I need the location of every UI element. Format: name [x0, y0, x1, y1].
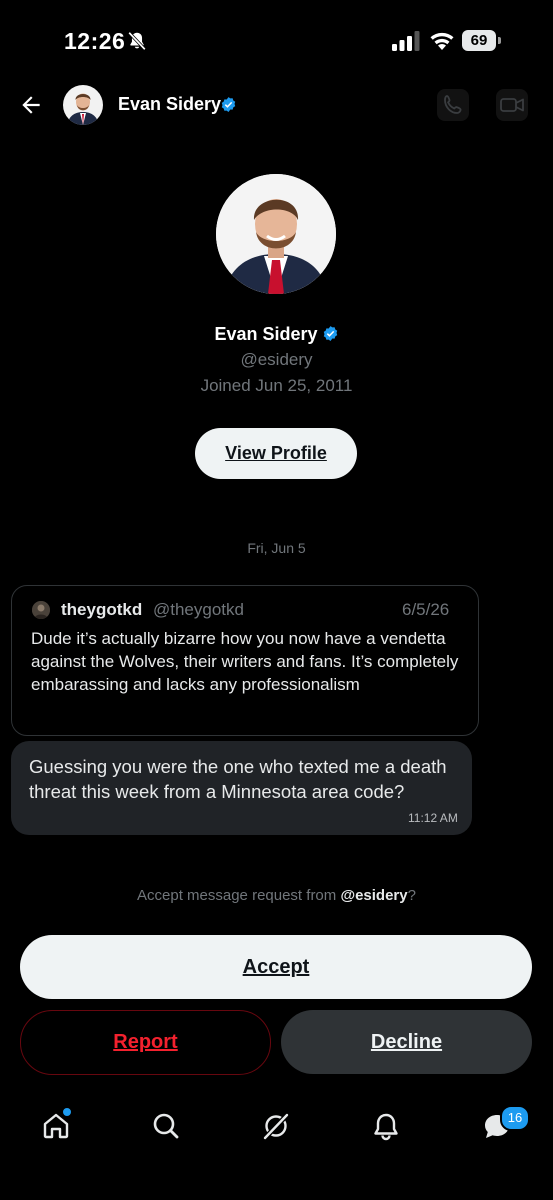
voice-call-button[interactable] [437, 89, 469, 121]
battery-indicator: 69 [462, 30, 502, 51]
profile-name-row: Evan Sidery [0, 324, 553, 345]
silent-bell-icon [128, 31, 146, 51]
date-separator: Fri, Jun 5 [247, 540, 306, 556]
quoted-author-avatar [32, 601, 50, 619]
verified-badge-icon [221, 97, 236, 112]
back-arrow-icon[interactable] [18, 92, 44, 118]
grok-icon[interactable] [260, 1110, 292, 1142]
request-prefix: Accept message request from [137, 887, 341, 904]
video-camera-icon [500, 98, 524, 112]
profile-handle: @esidery [240, 350, 313, 369]
video-call-button[interactable] [496, 89, 528, 121]
request-suffix: ? [407, 887, 416, 904]
battery-percent: 69 [470, 32, 488, 49]
notifications-icon[interactable] [370, 1110, 402, 1142]
request-handle: @esidery [340, 887, 408, 904]
message-text: Guessing you were the one who texted me … [29, 756, 447, 802]
quoted-post-text: Dude it’s actually bizarre how you now h… [31, 629, 459, 694]
message-timestamp: 11:12 AM [408, 811, 458, 825]
quoted-author-handle: @theygotkd [153, 600, 244, 619]
search-icon[interactable] [150, 1110, 182, 1142]
view-profile-button[interactable]: View Profile [195, 428, 357, 479]
profile-name: Evan Sidery [214, 324, 318, 344]
report-button[interactable]: Report [20, 1010, 271, 1075]
message-request-prompt: Accept message request from @esidery? [0, 887, 553, 904]
quoted-author-name: theygotkd [61, 600, 143, 619]
home-notification-dot [61, 1106, 73, 1118]
verified-badge-icon [323, 326, 337, 341]
status-time: 12:26 [64, 28, 126, 54]
profile-avatar[interactable] [216, 174, 336, 294]
messages-badge: 16 [500, 1105, 530, 1131]
quoted-post-date: 6/5/26 [402, 600, 450, 619]
wifi-icon [430, 32, 454, 50]
header-name[interactable]: Evan Sidery [118, 94, 221, 115]
accept-button[interactable]: Accept [20, 935, 532, 999]
profile-joined-date: Joined Jun 25, 2011 [200, 376, 353, 395]
phone-icon [444, 95, 462, 114]
header-avatar[interactable] [63, 85, 103, 125]
signal-icon [392, 31, 420, 51]
decline-button[interactable]: Decline [281, 1010, 532, 1074]
